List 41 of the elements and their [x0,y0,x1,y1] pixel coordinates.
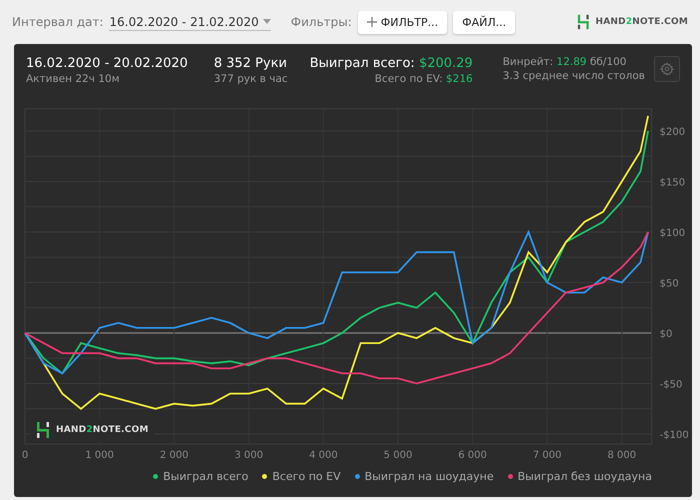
plus-icon [366,17,377,27]
filter-button[interactable]: ФИЛЬТР... [358,10,448,34]
logo-icon [576,13,590,31]
y-tick-label: $200 [660,127,686,138]
legend-item[interactable]: Выиграл на шоудауне [354,470,494,483]
file-button[interactable]: ФАЙЛ... [453,10,516,34]
x-tick-label: 7 000 [532,450,562,461]
y-tick-label: -$50 [660,380,682,390]
y-tick-label: $50 [660,278,679,290]
x-tick-label: 2 000 [160,450,189,461]
x-tick-label: 1 000 [85,450,114,461]
y-tick-label: -$100 [660,430,689,441]
x-tick-label: 0 [22,450,28,461]
x-tick-label: 4 000 [309,450,338,461]
logo-text: HAND2NOTE.COM [596,17,688,27]
caret-icon [262,19,271,24]
date-range-dropdown[interactable]: 16.02.2020 - 21.02.2020 [109,14,271,30]
legend-item[interactable]: Выиграл всего [153,470,248,483]
settings-button[interactable] [654,56,680,82]
y-tick-label: $0 [660,329,672,340]
legend-item[interactable]: Выиграл без шоудауна [508,470,652,483]
logo-icon [36,420,50,440]
settings-icon [660,62,674,76]
legend-item[interactable]: Всего по EV [262,470,341,483]
hands-per-hour: 377 рук в час [214,73,288,85]
x-tick-label: 5 000 [384,450,412,461]
logo-text: HAND2NOTE.COM [56,425,148,435]
x-tick-label: 8 000 [607,450,636,461]
ev-total-text: Всего по EV: $216 [374,73,473,85]
y-tick-label: $150 [660,178,686,188]
winrate-text: Винрейт: 12.89 бб/100 [502,56,626,68]
x-tick-label: 3 000 [234,450,264,461]
filters-label: Фильтры: [290,15,352,29]
x-tick-label: 6 000 [458,450,487,461]
y-tick-label: $100 [660,228,686,239]
active-time-text: Активен 22ч 10м [26,73,120,85]
period-text: 16.02.2020 - 20.02.2020 [26,56,188,71]
won-total-text: Выиграл всего: $200.29 [310,56,473,71]
date-label: Интервал дат: [12,15,104,29]
hands-count: 8 352 Руки [214,56,288,71]
tables-text: 3.3 среднее число столов [502,70,645,82]
